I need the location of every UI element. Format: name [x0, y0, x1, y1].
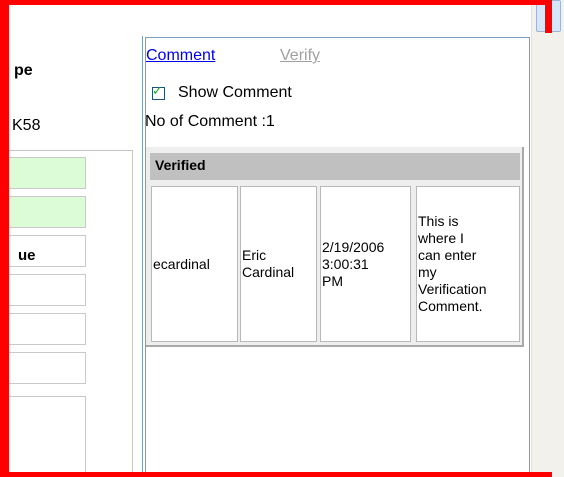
field-3[interactable] [9, 274, 86, 306]
check-icon: ✓ [152, 83, 163, 99]
left-panel-title: pe [14, 62, 33, 79]
field-5[interactable] [9, 352, 86, 384]
verified-header-label: Verified [155, 157, 206, 173]
cell-user-id: ecardinal [151, 186, 238, 342]
highlight-frame-top [0, 0, 552, 5]
highlight-frame-left [0, 0, 9, 477]
field-1[interactable] [9, 157, 86, 189]
cell-timestamp: 2/19/2006 3:00:31 PM [320, 186, 411, 342]
highlight-frame-right [545, 0, 552, 33]
vertical-scrollbar[interactable] [531, 0, 564, 477]
highlight-frame-bottom [0, 472, 552, 477]
show-comment-label[interactable]: Show Comment [178, 84, 292, 102]
tab-comment[interactable]: Comment [146, 47, 215, 65]
tab-verify[interactable]: Verify [280, 47, 320, 65]
show-comment-row[interactable]: ✓ Show Comment [152, 83, 292, 103]
show-comment-checkbox[interactable]: ✓ [152, 83, 165, 100]
cell-user-name: Eric Cardinal [240, 186, 317, 342]
field-6[interactable] [9, 396, 86, 474]
field-column-label: ue [18, 247, 36, 264]
field-4[interactable] [9, 313, 86, 345]
comment-count: No of Comment :1 [145, 113, 275, 130]
field-2[interactable] [9, 196, 86, 228]
verified-table-header: Verified [150, 153, 520, 180]
left-panel-id: K58 [12, 117, 41, 134]
cell-comment: This is where I can enter my Verificatio… [416, 186, 520, 342]
